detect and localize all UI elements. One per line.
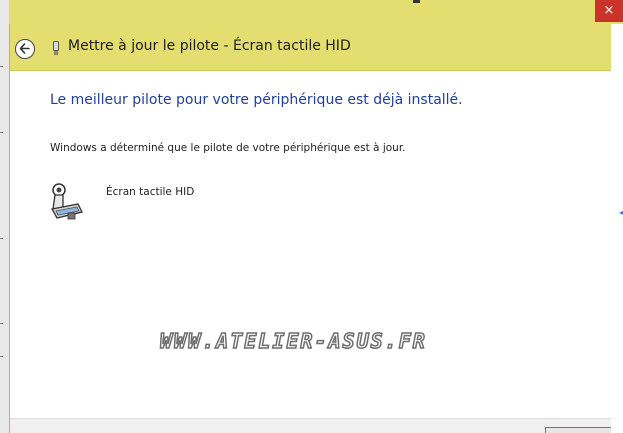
background-mark bbox=[413, 0, 420, 3]
close-dialog-button[interactable] bbox=[545, 427, 617, 433]
background-tick bbox=[0, 132, 3, 133]
touchscreen-device-icon bbox=[50, 183, 83, 220]
usb-device-icon bbox=[53, 41, 59, 55]
update-driver-dialog: Mettre à jour le pilote - Écran tactile … bbox=[9, 24, 617, 433]
dialog-footer bbox=[10, 418, 617, 433]
window-top-strip bbox=[9, 0, 623, 24]
back-button[interactable] bbox=[15, 39, 35, 59]
site-watermark: WWW.ATELIER-ASUS.FR bbox=[159, 328, 427, 354]
background-tick bbox=[0, 66, 3, 67]
background-tick bbox=[0, 238, 3, 239]
background-tick bbox=[0, 323, 3, 324]
close-icon: × bbox=[603, 3, 615, 18]
screen: × Mettre à jour le pilote - Écran tactil… bbox=[0, 0, 623, 433]
edge-arrow-icon: ◂ bbox=[619, 208, 623, 217]
result-heading: Le meilleur pilote pour votre périphériq… bbox=[50, 92, 463, 108]
close-button[interactable]: × bbox=[595, 0, 623, 22]
back-arrow-icon bbox=[19, 43, 30, 54]
result-description: Windows a déterminé que le pilote de vot… bbox=[50, 142, 406, 154]
window-title: Mettre à jour le pilote - Écran tactile … bbox=[68, 38, 351, 54]
right-window-edge: ◂ bbox=[611, 24, 623, 433]
background-tick bbox=[0, 356, 3, 357]
title-bar: Mettre à jour le pilote - Écran tactile … bbox=[10, 24, 612, 71]
device-name: Écran tactile HID bbox=[106, 186, 195, 198]
